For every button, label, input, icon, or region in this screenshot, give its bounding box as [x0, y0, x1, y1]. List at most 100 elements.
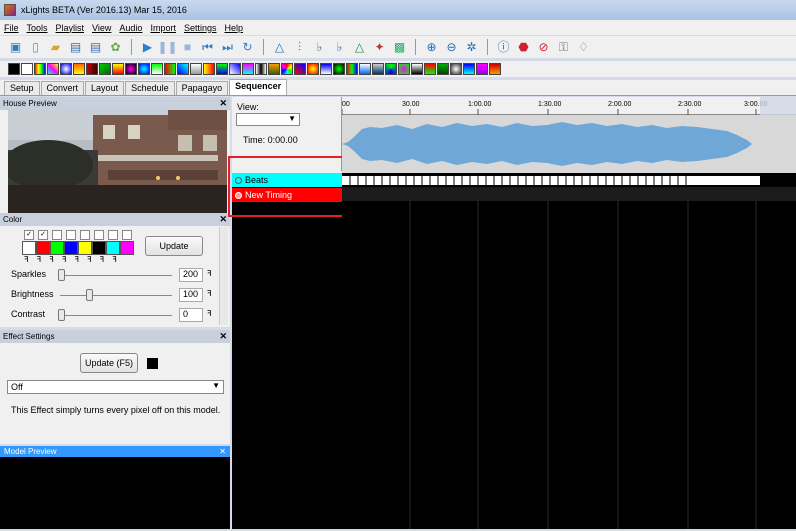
effect-spirograph-icon[interactable] — [398, 63, 410, 75]
effect-life-icon[interactable] — [177, 63, 189, 75]
tab-convert[interactable]: Convert — [40, 81, 85, 95]
star-icon[interactable]: ✦ — [372, 40, 387, 55]
zoom-in-icon[interactable]: ⊕ — [424, 40, 439, 55]
palette-checkbox[interactable] — [94, 230, 104, 240]
settings-icon[interactable]: ✲ — [464, 40, 479, 55]
menu-file[interactable]: File — [4, 23, 19, 33]
menu-tools[interactable]: Tools — [27, 23, 48, 33]
effect-ripple-icon[interactable] — [307, 63, 319, 75]
new-sequence-icon[interactable]: ▣ — [8, 40, 23, 55]
lock-icon[interactable]: ꟻ — [207, 269, 212, 278]
effect-select[interactable]: Off ▼ — [7, 380, 224, 394]
effect-snowflakes-icon[interactable] — [359, 63, 371, 75]
triangle-icon[interactable]: △ — [352, 40, 367, 55]
effect-piano-icon[interactable] — [255, 63, 267, 75]
color-update-button[interactable]: Update — [145, 236, 203, 256]
close-icon[interactable]: ✕ — [219, 331, 227, 342]
play-icon[interactable]: ▶ — [140, 40, 155, 55]
lock-icon[interactable]: ꟻ — [100, 255, 105, 264]
effect-tree-icon[interactable] — [437, 63, 449, 75]
effect-pictures-icon[interactable] — [268, 63, 280, 75]
palette-swatch-8[interactable] — [120, 241, 134, 255]
stop-sign-icon[interactable]: ⬣ — [516, 40, 531, 55]
palette-checkbox[interactable] — [52, 230, 62, 240]
palette-checkbox[interactable] — [66, 230, 76, 240]
contrast-slider[interactable] — [58, 309, 65, 321]
effect-fan-icon[interactable] — [99, 63, 111, 75]
rewind-icon[interactable]: ⏮ — [200, 40, 215, 55]
lock-icon[interactable]: ꟻ — [112, 255, 117, 264]
menu-help[interactable]: Help — [224, 23, 243, 33]
effect-text-icon[interactable] — [424, 63, 436, 75]
effects-grid[interactable] — [342, 187, 796, 529]
effect-garlands-icon[interactable] — [151, 63, 163, 75]
effect-color-swatch[interactable] — [147, 358, 158, 369]
effect-shimmer-icon[interactable] — [320, 63, 332, 75]
brightness-slider[interactable] — [86, 289, 93, 301]
close-icon[interactable]: ✕ — [219, 98, 227, 109]
effect-spirals-icon[interactable] — [385, 63, 397, 75]
effect-snowstorm-icon[interactable] — [372, 63, 384, 75]
lock-icon[interactable]: ꟻ — [24, 255, 29, 264]
effect-lightning-icon[interactable] — [190, 63, 202, 75]
effect-single-strand-icon[interactable] — [346, 63, 358, 75]
lock-icon[interactable]: ꟻ — [49, 255, 54, 264]
effect-fireworks-icon[interactable] — [125, 63, 137, 75]
time-ruler[interactable]: 00 30.00 1:00.00 1:30.00 2:00.00 2:30.00… — [342, 97, 796, 115]
effect-morph-icon[interactable] — [242, 63, 254, 75]
palette-icon[interactable]: ▩ — [392, 40, 407, 55]
lock-icon[interactable]: ꟻ — [62, 255, 67, 264]
close-icon[interactable]: ✕ — [219, 447, 226, 456]
effect-pinwheel-icon[interactable] — [281, 63, 293, 75]
effect-update-button[interactable]: Update (F5) — [80, 353, 138, 373]
effect-morph-2-icon[interactable] — [489, 63, 501, 75]
pause-icon[interactable]: ❚❚ — [157, 40, 177, 55]
sparkles-slider[interactable] — [58, 269, 65, 281]
bars-icon[interactable]: ⫶ — [292, 40, 307, 55]
lightbulb-icon[interactable]: ♢ — [576, 40, 591, 55]
palette-checkbox[interactable] — [122, 230, 132, 240]
effect-faces-icon[interactable] — [476, 63, 488, 75]
save-icon[interactable]: ▤ — [68, 40, 83, 55]
new-file-icon[interactable]: ▯ — [28, 40, 43, 55]
menu-audio[interactable]: Audio — [119, 23, 142, 33]
palette-swatch-5[interactable] — [78, 241, 92, 255]
render-icon[interactable]: ✿ — [108, 40, 123, 55]
brightness-value[interactable]: 100 — [179, 288, 203, 302]
lock-icon[interactable]: ꟻ — [207, 309, 212, 318]
palette-swatch-4[interactable] — [64, 241, 78, 255]
beats-timing-track[interactable] — [342, 173, 796, 187]
effect-curtain-icon[interactable] — [86, 63, 98, 75]
effect-twinkle-icon[interactable] — [450, 63, 462, 75]
palette-swatch-3[interactable] — [50, 241, 64, 255]
contrast-value[interactable]: 0 — [179, 308, 203, 322]
palette-checkbox[interactable]: ✓ — [24, 230, 34, 240]
menu-view[interactable]: View — [92, 23, 111, 33]
no-icon[interactable]: ⊘ — [536, 40, 551, 55]
effect-wave-icon[interactable] — [463, 63, 475, 75]
tab-papagayo[interactable]: Papagayo — [175, 81, 229, 95]
effect-lines-icon[interactable] — [203, 63, 215, 75]
tab-layout[interactable]: Layout — [85, 81, 125, 95]
view-select[interactable]: ▼ — [236, 113, 300, 126]
sparkles-value[interactable]: 200 — [179, 268, 203, 282]
effect-color-wash-icon[interactable] — [73, 63, 85, 75]
palette-swatch-6[interactable] — [92, 241, 106, 255]
info-icon[interactable]: ⓘ — [496, 40, 511, 55]
palette-checkbox[interactable]: ✓ — [38, 230, 48, 240]
stop-icon[interactable]: ■ — [180, 40, 195, 55]
effect-bars-icon[interactable] — [34, 63, 46, 75]
beat-2-icon[interactable]: ♭ — [332, 40, 347, 55]
effect-off-icon[interactable] — [8, 63, 20, 75]
palette-checkbox[interactable] — [80, 230, 90, 240]
effect-shockwave-icon[interactable] — [333, 63, 345, 75]
audio-waveform[interactable] — [342, 115, 796, 173]
effect-marquee-icon[interactable] — [216, 63, 228, 75]
close-icon[interactable]: ✕ — [219, 214, 227, 225]
effect-butterfly-icon[interactable] — [47, 63, 59, 75]
effect-circles-icon[interactable] — [60, 63, 72, 75]
beat-icon[interactable]: ♭ — [312, 40, 327, 55]
open-folder-icon[interactable]: ▰ — [48, 40, 63, 55]
effect-galaxy-icon[interactable] — [138, 63, 150, 75]
lock-icon[interactable]: ꟻ — [74, 255, 79, 264]
